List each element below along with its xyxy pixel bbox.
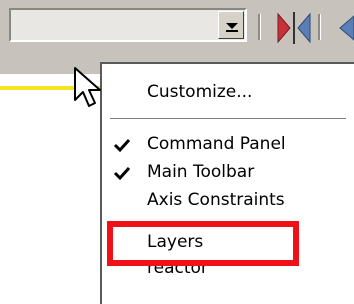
menu-item-main-toolbar[interactable]: Main Toolbar [102,158,354,186]
menu-item-axis-constraints[interactable]: Axis Constraints [102,186,354,214]
highlight-box [107,221,299,266]
dropdown-arrow-icon [226,23,238,29]
menu-item-command-panel[interactable]: Command Panel [102,130,354,158]
menu-item-label: Axis Constraints [147,190,285,210]
menu-item-customize[interactable]: Customize... [102,78,354,106]
mirror-icon[interactable] [276,10,312,46]
checkmark-icon [113,166,131,181]
align-icon[interactable] [332,12,354,44]
toolbar-separator [318,14,321,40]
dropdown-underline [226,30,238,32]
toolbar-context-menu: Customize... Command Panel Main Toolbar … [100,62,354,304]
menu-item-label: Main Toolbar [147,162,255,182]
combo-dropdown-button[interactable] [218,11,244,39]
menu-item-label: Customize... [147,82,253,102]
menu-divider [110,118,346,120]
toolbar-separator [258,14,261,40]
checkmark-icon [113,138,131,153]
menu-item-label: Command Panel [147,134,286,154]
selection-set-combobox[interactable] [9,8,247,42]
mouse-cursor-icon [74,67,101,107]
